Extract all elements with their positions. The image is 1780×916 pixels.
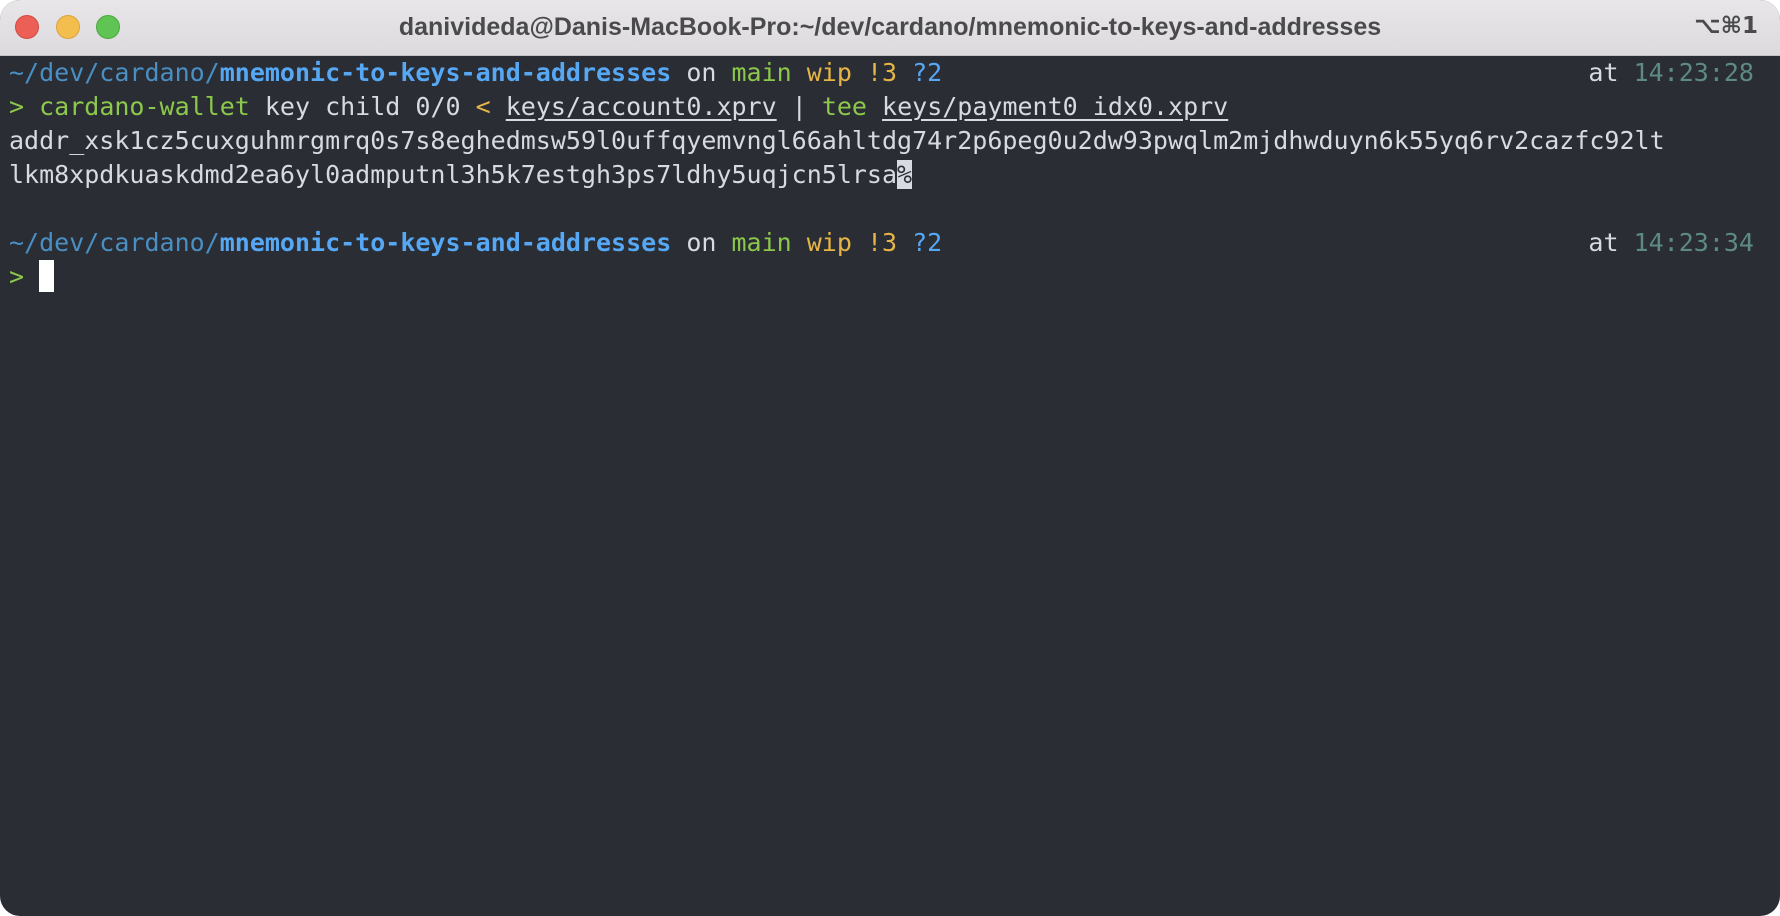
command-line-2[interactable]: > bbox=[9, 260, 55, 294]
prompt-symbol: > bbox=[9, 262, 40, 291]
git-untracked-count: ?2 bbox=[897, 228, 943, 257]
git-wip: wip bbox=[791, 58, 852, 87]
git-branch: main bbox=[731, 228, 792, 257]
prompt-at: at bbox=[1588, 228, 1634, 257]
prompt-symbol: > bbox=[9, 92, 40, 121]
prompt-timestamp: 14:23:28 bbox=[1633, 58, 1754, 87]
terminal-window: danivideda@Danis-MacBook-Pro:~/dev/carda… bbox=[0, 0, 1780, 916]
title-bar[interactable]: danivideda@Danis-MacBook-Pro:~/dev/carda… bbox=[0, 0, 1780, 56]
prompt-repo: mnemonic-to-keys-and-addresses bbox=[219, 58, 672, 87]
output-line-2-text: lkm8xpdkuaskdmd2ea6yl0admputnl3h5k7estgh… bbox=[9, 160, 898, 189]
prompt-on: on bbox=[671, 228, 732, 257]
command-line-1: > cardano-wallet key child 0/0 < keys/ac… bbox=[9, 90, 1228, 124]
output-line-2: lkm8xpdkuaskdmd2ea6yl0admputnl3h5k7estgh… bbox=[9, 158, 913, 192]
no-newline-marker: % bbox=[897, 160, 913, 189]
output-line-1: addr_xsk1cz5cuxguhmrgmrq0s7s8eghedmsw59l… bbox=[9, 126, 1665, 155]
window-title: danivideda@Danis-MacBook-Pro:~/dev/carda… bbox=[398, 13, 1382, 41]
prompt-timestamp: 14:23:34 bbox=[1633, 228, 1754, 257]
git-wip: wip bbox=[791, 228, 852, 257]
command-args: key child 0/0 bbox=[249, 92, 476, 121]
text-cursor bbox=[39, 260, 55, 292]
prompt-repo: mnemonic-to-keys-and-addresses bbox=[219, 228, 672, 257]
command-pipe: | bbox=[776, 92, 822, 121]
terminal-content[interactable]: ~/dev/cardano/mnemonic-to-keys-and-addre… bbox=[0, 56, 1780, 916]
command-redirect: < bbox=[475, 92, 491, 121]
prompt-path: ~/dev/cardano/ bbox=[9, 58, 220, 87]
prompt-time-1: at 14:23:28 bbox=[1588, 56, 1754, 90]
prompt-on: on bbox=[671, 58, 732, 87]
prompt-at: at bbox=[1588, 58, 1634, 87]
prompt-time-2: at 14:23:34 bbox=[1588, 226, 1754, 260]
prompt-line-1: ~/dev/cardano/mnemonic-to-keys-and-addre… bbox=[9, 56, 942, 90]
git-modified-count: !3 bbox=[851, 228, 898, 257]
prompt-line-2: ~/dev/cardano/mnemonic-to-keys-and-addre… bbox=[9, 226, 942, 260]
prompt-path: ~/dev/cardano/ bbox=[9, 228, 220, 257]
command-output-file: keys/payment0_idx0.xprv bbox=[882, 92, 1229, 121]
command-input-file: keys/account0.xprv bbox=[505, 92, 777, 121]
command-tee: tee bbox=[821, 92, 867, 121]
window-shortcut-label: ⌥⌘1 bbox=[1694, 13, 1758, 39]
git-untracked-count: ?2 bbox=[897, 58, 943, 87]
git-modified-count: !3 bbox=[851, 58, 898, 87]
command-program: cardano-wallet bbox=[39, 92, 250, 121]
git-branch: main bbox=[731, 58, 792, 87]
